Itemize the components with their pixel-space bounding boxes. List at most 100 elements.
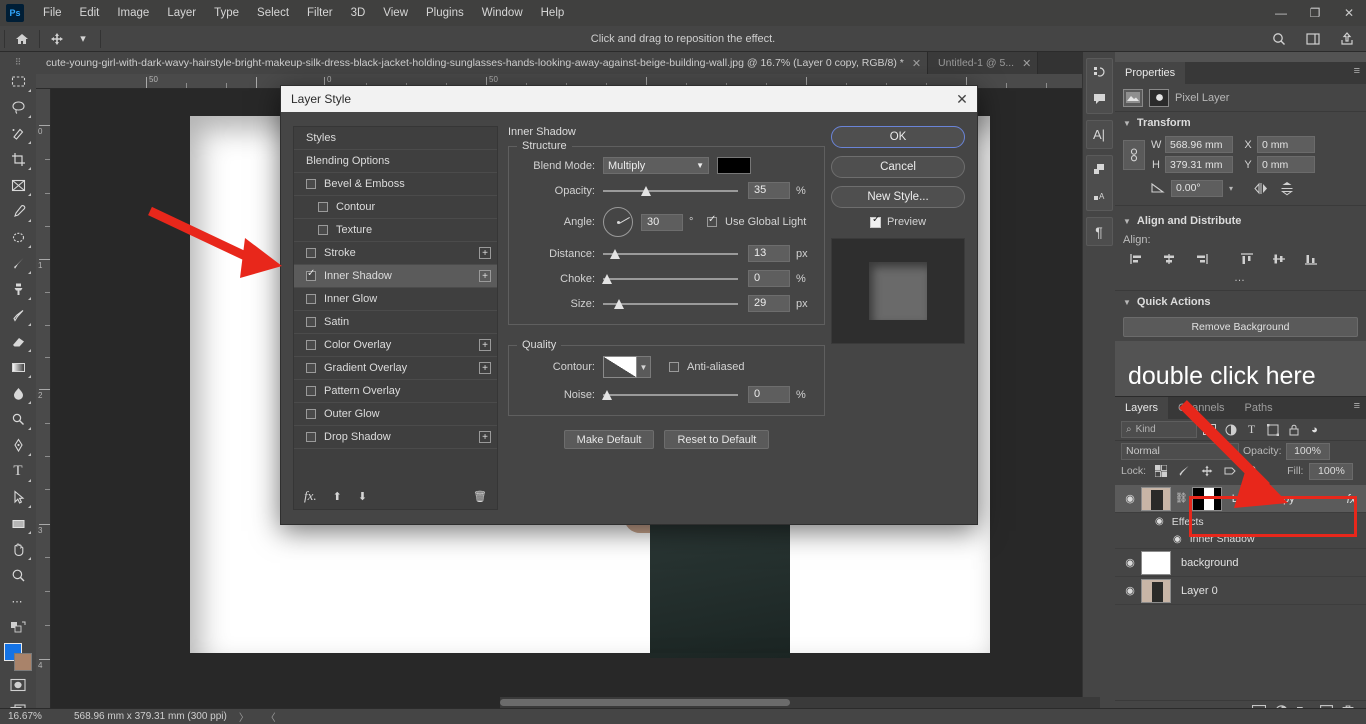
rectangle-tool[interactable] [3, 510, 33, 536]
canvas-horizontal-scrollbar[interactable] [500, 697, 1100, 708]
brush-tool[interactable] [3, 250, 33, 276]
blend-mode-select[interactable]: Normal [1121, 442, 1239, 460]
history-brush-tool[interactable] [3, 302, 33, 328]
paragraph-icon[interactable]: ¶ [1086, 218, 1113, 245]
align-more-icon[interactable]: … [1115, 272, 1366, 284]
color-swatches[interactable] [3, 642, 33, 672]
make-default-button[interactable]: Make Default [563, 430, 655, 449]
checkbox[interactable] [306, 340, 316, 350]
spot-healing-tool[interactable] [3, 224, 33, 250]
maximize-button[interactable]: ❐ [1298, 0, 1332, 26]
noise-field[interactable]: 0 [748, 386, 790, 403]
add-effect-icon[interactable]: + [479, 247, 491, 259]
mask-link-icon[interactable]: ⛓ [1175, 493, 1188, 504]
shape-filter-icon[interactable] [1264, 421, 1281, 438]
quick-actions-section-header[interactable]: ▼ Quick Actions [1115, 291, 1366, 313]
layer-thumbnail[interactable] [1141, 486, 1171, 511]
lock-all-icon[interactable] [1244, 463, 1261, 480]
type-filter-icon[interactable]: T [1243, 421, 1260, 438]
layer-thumbnail[interactable] [1141, 550, 1171, 575]
new-style-button[interactable]: New Style... [831, 186, 965, 208]
styles-list-item-styles[interactable]: Styles [294, 127, 497, 150]
smart-filter-icon[interactable] [1285, 421, 1302, 438]
checkbox[interactable] [306, 268, 316, 281]
opacity-slider[interactable] [603, 185, 738, 196]
styles-list-item-bevel-emboss[interactable]: Bevel & Emboss [294, 173, 497, 196]
menu-view[interactable]: View [374, 0, 417, 26]
panel-menu-icon[interactable]: ≡ [1354, 66, 1360, 77]
styles-list-item-contour[interactable]: Contour [294, 196, 497, 219]
styles-list-item-drop-shadow[interactable]: Drop Shadow + [294, 426, 497, 449]
kind-filter-select[interactable]: ⌕ Kind [1121, 421, 1197, 438]
size-slider[interactable] [603, 298, 738, 309]
y-field[interactable]: 0 mm [1257, 156, 1315, 173]
chevron-down-icon[interactable]: ▾ [1229, 184, 1233, 193]
character-icon[interactable]: A| [1086, 121, 1113, 148]
lock-position-icon[interactable] [1198, 463, 1215, 480]
checkbox[interactable] [306, 409, 316, 419]
angle-dial[interactable] [603, 207, 633, 237]
styles-list-item-gradient-overlay[interactable]: Gradient Overlay + [294, 357, 497, 380]
lock-image-icon[interactable] [1175, 463, 1192, 480]
checkbox[interactable] [306, 386, 316, 396]
tab-close-icon[interactable]: ✕ [1022, 57, 1031, 70]
slider-knob[interactable] [609, 249, 621, 259]
clone-stamp-tool[interactable] [3, 276, 33, 302]
tab-channels[interactable]: Channels [1168, 397, 1234, 419]
marquee-tool[interactable] [3, 68, 33, 94]
styles-list-item-inner-glow[interactable]: Inner Glow [294, 288, 497, 311]
styles-list-item-stroke[interactable]: Stroke + [294, 242, 497, 265]
menu-edit[interactable]: Edit [71, 0, 109, 26]
checkbox[interactable] [306, 248, 316, 258]
align-bottom-icon[interactable] [1301, 250, 1321, 268]
scrollbar-thumb[interactable] [500, 699, 790, 706]
contour-preview[interactable] [603, 356, 637, 378]
styles-list-item-color-overlay[interactable]: Color Overlay + [294, 334, 497, 357]
styles-list-item-outer-glow[interactable]: Outer Glow [294, 403, 497, 426]
search-icon[interactable] [1266, 28, 1292, 50]
eraser-tool[interactable] [3, 328, 33, 354]
slider-knob[interactable] [601, 390, 613, 400]
align-middle-v-icon[interactable] [1269, 250, 1289, 268]
eye-icon[interactable]: ◉ [1119, 584, 1141, 597]
layer-thumbnail[interactable] [1141, 578, 1171, 603]
align-right-icon[interactable] [1191, 250, 1211, 268]
size-field[interactable]: 29 [748, 295, 790, 312]
reset-to-default-button[interactable]: Reset to Default [664, 430, 770, 449]
menu-file[interactable]: File [34, 0, 71, 26]
checkbox[interactable] [306, 294, 316, 304]
menu-type[interactable]: Type [205, 0, 248, 26]
flip-horizontal-icon[interactable] [1251, 179, 1271, 197]
checkbox[interactable] [318, 202, 328, 212]
pen-tool[interactable] [3, 432, 33, 458]
path-selection-tool[interactable] [3, 484, 33, 510]
crop-tool[interactable] [3, 146, 33, 172]
tab-close-icon[interactable]: ✕ [912, 57, 921, 70]
opacity-field[interactable]: 35 [748, 182, 790, 199]
eyedropper-tool[interactable] [3, 198, 33, 224]
flip-vertical-icon[interactable] [1277, 179, 1297, 197]
add-effect-icon[interactable]: + [479, 362, 491, 374]
toolbar-handle[interactable]: ⠿ [3, 56, 33, 68]
eye-icon[interactable]: ◉ [1119, 556, 1141, 569]
distance-slider[interactable] [603, 248, 738, 259]
menu-3d[interactable]: 3D [342, 0, 375, 26]
styles-list-item-blending-options[interactable]: Blending Options [294, 150, 497, 173]
tab-paths[interactable]: Paths [1235, 397, 1283, 419]
styles-list-item-texture[interactable]: Texture [294, 219, 497, 242]
checkbox[interactable] [306, 432, 316, 442]
x-field[interactable]: 0 mm [1257, 136, 1315, 153]
dialog-title-bar[interactable]: Layer Style ✕ [281, 86, 977, 112]
slider-knob[interactable] [613, 299, 625, 309]
lock-artboard-icon[interactable] [1221, 463, 1238, 480]
distance-field[interactable]: 13 [748, 245, 790, 262]
noise-slider[interactable] [601, 389, 738, 400]
styles-list-item-satin[interactable]: Satin [294, 311, 497, 334]
fx-icon[interactable]: fx. [304, 488, 317, 504]
document-tab-untitled[interactable]: Untitled-1 @ 5... ✕ [928, 52, 1039, 74]
edit-toolbar-icon[interactable]: ⋯ [3, 588, 33, 614]
menu-help[interactable]: Help [532, 0, 574, 26]
shadow-color-swatch[interactable] [717, 157, 751, 174]
align-section-header[interactable]: ▼ Align and Distribute [1115, 210, 1366, 232]
delete-icon[interactable]: 🗑 [473, 490, 487, 503]
